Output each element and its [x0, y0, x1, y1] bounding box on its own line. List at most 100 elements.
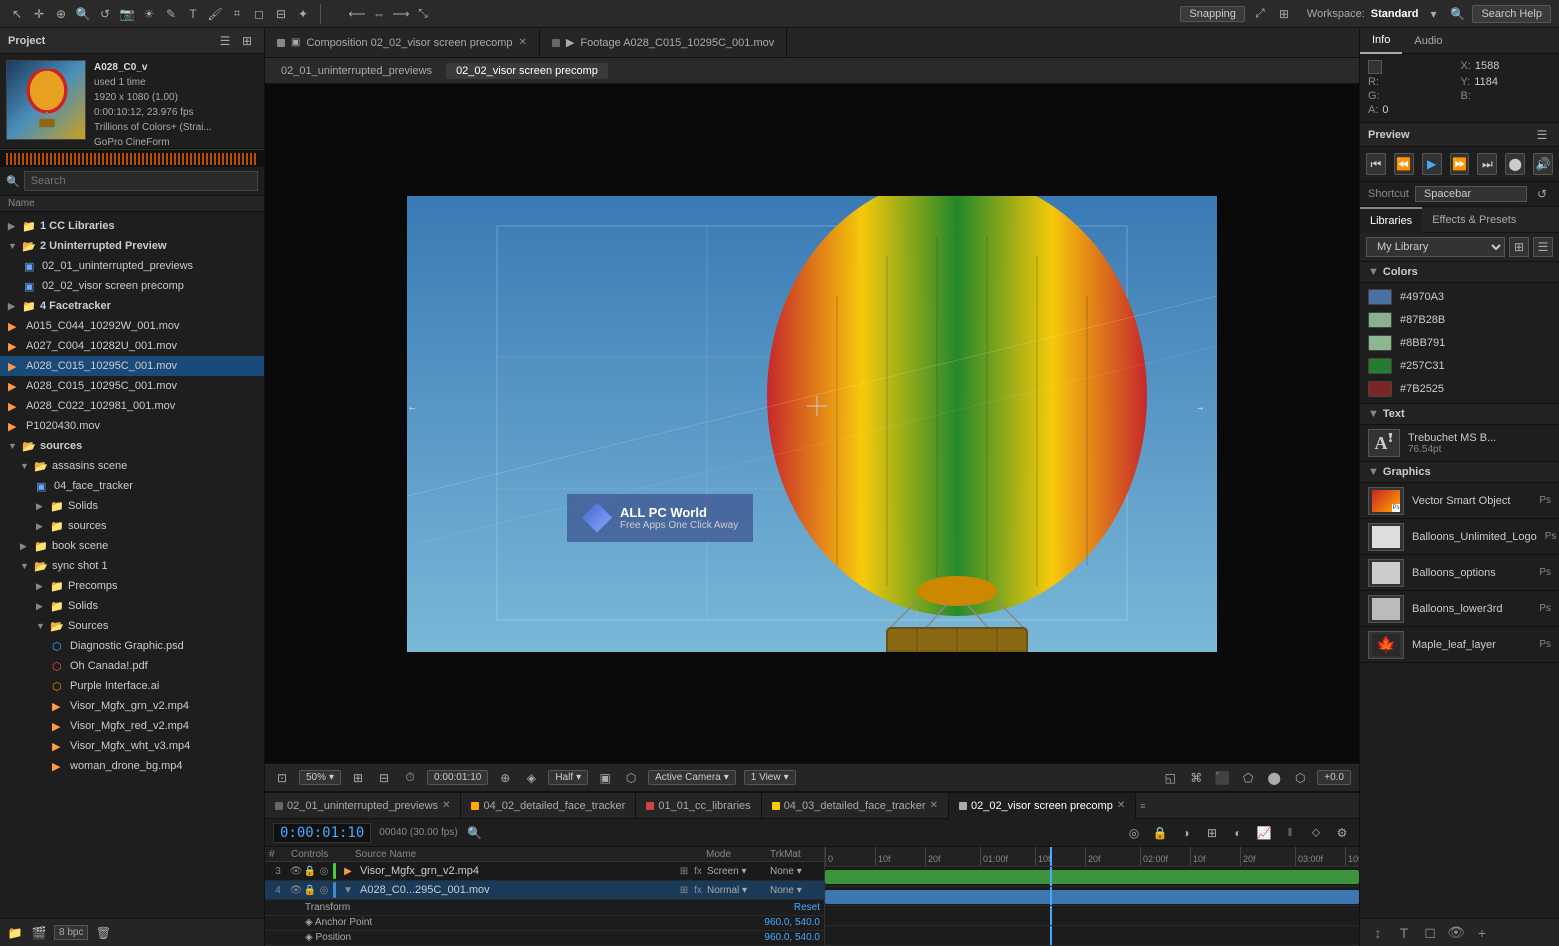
- paint-tool[interactable]: 🖌: [206, 5, 224, 23]
- list-item[interactable]: ▣ 02_01_uninterrupted_previews: [0, 256, 264, 276]
- timeline-tab-0402[interactable]: 04_02_detailed_face_tracker: [461, 793, 636, 819]
- list-item[interactable]: ▼ 📂 assasins scene: [0, 456, 264, 476]
- more-tabs-icon[interactable]: ≡: [1140, 801, 1145, 811]
- camera-tool[interactable]: 📷: [118, 5, 136, 23]
- solo-icon[interactable]: ◎: [1125, 824, 1143, 842]
- tab-libraries[interactable]: Libraries: [1360, 207, 1422, 233]
- position-value[interactable]: 960.0, 540.0: [764, 932, 820, 943]
- color-item-1[interactable]: #4970A3: [1368, 287, 1551, 307]
- list-item[interactable]: ▶ Visor_Mgfx_red_v2.mp4: [0, 716, 264, 736]
- list-item[interactable]: ▶ A028_C015_10295C_001.mov: [0, 356, 264, 376]
- view-dropdown[interactable]: 1 View ▾: [744, 770, 796, 785]
- zoom-dropdown[interactable]: 50% ▾: [299, 770, 341, 785]
- list-item[interactable]: ▶ woman_drone_bg.mp4: [0, 756, 264, 776]
- list-item[interactable]: ▶ 📁 1 CC Libraries: [0, 216, 264, 236]
- library-sync-icon[interactable]: ↕: [1368, 923, 1388, 943]
- toggle-mask-icon[interactable]: ◱: [1161, 769, 1179, 787]
- toggle-render-icon[interactable]: ⬛: [1213, 769, 1231, 787]
- toggle-3d-icon[interactable]: ⬠: [1239, 769, 1257, 787]
- graphics-section-header[interactable]: ▼ Graphics: [1360, 462, 1559, 483]
- graphic-item-maple[interactable]: 🍁 Maple_leaf_layer Ps: [1360, 627, 1559, 663]
- layer-trkmat-dropdown[interactable]: None ▾: [770, 885, 820, 896]
- align-left[interactable]: ⟵: [348, 5, 366, 23]
- list-item[interactable]: ▶ P1020430.mov: [0, 416, 264, 436]
- adjustment-icon[interactable]: ⊞: [678, 865, 690, 877]
- list-item[interactable]: ▶ 📁 Precomps: [0, 576, 264, 596]
- list-item[interactable]: ⬡ Diagnostic Graphic.psd: [0, 636, 264, 656]
- frame-blend-icon[interactable]: ⊞: [1203, 824, 1221, 842]
- play-button[interactable]: ▶: [1422, 153, 1442, 175]
- tab-audio[interactable]: Audio: [1402, 28, 1454, 54]
- library-list-view-icon[interactable]: ☰: [1533, 237, 1553, 257]
- layer-solo-icon[interactable]: ◎: [318, 884, 330, 896]
- comp-marker-icon[interactable]: ⬦: [1307, 824, 1325, 842]
- anchor-tool[interactable]: ✛: [30, 5, 48, 23]
- list-item[interactable]: ⬡ Purple Interface.ai: [0, 676, 264, 696]
- snapping-ext-icon[interactable]: ⊞: [1275, 5, 1293, 23]
- graph-editor-icon[interactable]: 📈: [1255, 824, 1273, 842]
- record-button[interactable]: ⬤: [1505, 153, 1525, 175]
- graphic-item-logo[interactable]: Balloons_Unlimited_Logo Ps: [1360, 519, 1559, 555]
- panel-grid-icon[interactable]: ⊞: [238, 32, 256, 50]
- toggle-motion-icon[interactable]: ⌘: [1187, 769, 1205, 787]
- search-help-button[interactable]: Search Help: [1472, 5, 1551, 23]
- tab-02-01[interactable]: 02_01_uninterrupted_previews: [271, 63, 442, 79]
- new-folder-icon[interactable]: 📁: [6, 924, 24, 942]
- timeline-tab-0101[interactable]: 01_01_cc_libraries: [636, 793, 761, 819]
- graphic-item-vector[interactable]: Ps Vector Smart Object Ps: [1360, 483, 1559, 519]
- skip-to-start-button[interactable]: ⏮: [1366, 153, 1386, 175]
- grid-icon[interactable]: ⊟: [375, 769, 393, 787]
- pen-tool[interactable]: ✎: [162, 5, 180, 23]
- timecode-display[interactable]: 0:00:01:10: [427, 770, 488, 785]
- color-item-4[interactable]: #257C31: [1368, 356, 1551, 376]
- align-center[interactable]: ⇔: [370, 5, 388, 23]
- color-item-2[interactable]: #87B28B: [1368, 310, 1551, 330]
- fx-icon[interactable]: fx: [692, 865, 704, 877]
- timeline-settings-icon[interactable]: ⚙: [1333, 824, 1351, 842]
- adjustment-icon[interactable]: ⊞: [678, 884, 690, 896]
- snapping-icon[interactable]: ⤢: [1251, 5, 1269, 23]
- close-tab[interactable]: ✕: [930, 800, 938, 811]
- align-right[interactable]: ⟶: [392, 5, 410, 23]
- new-comp-icon[interactable]: 🎬: [30, 924, 48, 942]
- list-item[interactable]: ▶ Visor_Mgfx_grn_v2.mp4: [0, 696, 264, 716]
- close-tab[interactable]: ✕: [442, 800, 450, 811]
- tab-info[interactable]: Info: [1360, 28, 1402, 54]
- motion-blur-icon[interactable]: ◐: [1229, 824, 1247, 842]
- layer-solo-icon[interactable]: ◎: [318, 865, 330, 877]
- list-item[interactable]: ▼ 📂 Sources: [0, 616, 264, 636]
- eraser-tool[interactable]: ◻: [250, 5, 268, 23]
- puppet-tool[interactable]: ✦: [294, 5, 312, 23]
- list-item[interactable]: ▶ 📁 Solids: [0, 596, 264, 616]
- color-item-3[interactable]: #8BB791: [1368, 333, 1551, 353]
- layer-lock-icon[interactable]: 🔒: [304, 884, 316, 896]
- skip-to-end-button[interactable]: ⏭: [1477, 153, 1497, 175]
- trash-icon[interactable]: 🗑: [94, 924, 112, 942]
- track-bar-4[interactable]: [825, 890, 1359, 904]
- library-dropdown[interactable]: My Library: [1366, 237, 1505, 257]
- step-back-button[interactable]: ⏪: [1394, 153, 1414, 175]
- list-item[interactable]: ▶ A027_C004_10282U_001.mov: [0, 336, 264, 356]
- composition-tab-visor[interactable]: ▣ Composition 02_02_visor screen precomp…: [265, 28, 540, 58]
- zoom-tool[interactable]: 🔍: [74, 5, 92, 23]
- list-item[interactable]: ⬡ Oh Canada!.pdf: [0, 656, 264, 676]
- snapping-button[interactable]: Snapping: [1180, 6, 1245, 22]
- list-item[interactable]: ▣ 02_02_visor screen precomp: [0, 276, 264, 296]
- colors-section-header[interactable]: ▼ Colors: [1360, 262, 1559, 283]
- preview-quality-icon[interactable]: ◈: [522, 769, 540, 787]
- list-item[interactable]: ▶ 📁 Solids: [0, 496, 264, 516]
- timeline-ruler-icon[interactable]: ⧛: [1281, 824, 1299, 842]
- select-tool[interactable]: ↖: [8, 5, 26, 23]
- workspace-chevron[interactable]: ▾: [1424, 5, 1442, 23]
- text-tool[interactable]: T: [184, 5, 202, 23]
- layer-mode-dropdown[interactable]: Screen ▾: [707, 866, 767, 877]
- timeline-tab-0201[interactable]: 02_01_uninterrupted_previews ✕: [265, 793, 461, 819]
- timeline-tab-0403[interactable]: 04_03_detailed_face_tracker ✕: [762, 793, 949, 819]
- close-tab[interactable]: ✕: [1117, 800, 1125, 811]
- library-grid-view-icon[interactable]: ⊞: [1509, 237, 1529, 257]
- list-item[interactable]: ▣ 04_face_tracker: [0, 476, 264, 496]
- list-item[interactable]: ▶ A028_C022_102981_001.mov: [0, 396, 264, 416]
- shortcut-value-display[interactable]: Spacebar: [1415, 186, 1527, 202]
- camera-dropdown[interactable]: Active Camera ▾: [648, 770, 736, 785]
- rotate-tool[interactable]: ↺: [96, 5, 114, 23]
